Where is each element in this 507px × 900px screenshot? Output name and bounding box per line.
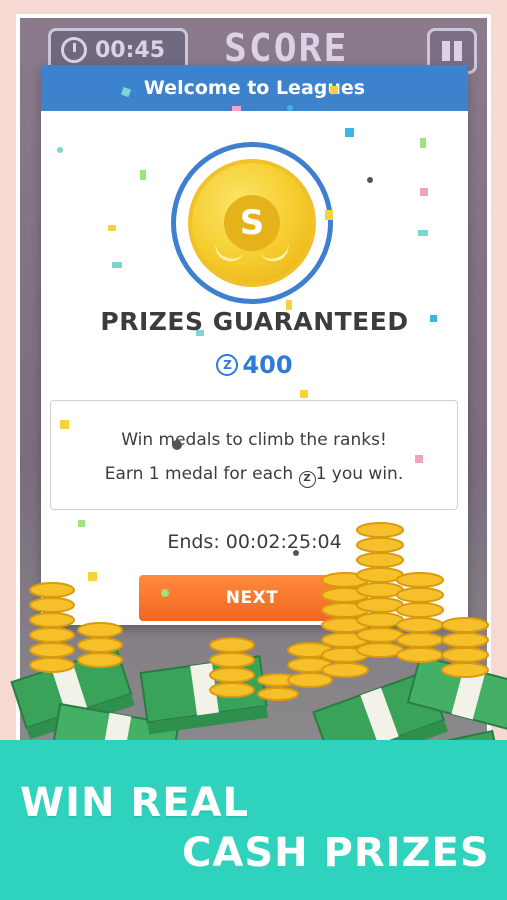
z-coin-icon: Z — [216, 354, 239, 376]
clock-icon — [61, 37, 87, 63]
promo-headline-1: WIN REAL — [20, 780, 249, 826]
ends-countdown: Ends: 00:02:25:04 — [167, 531, 342, 553]
info-line-2: Earn 1 medal for each Z1 you win. — [51, 457, 457, 491]
coin-badge: S — [171, 142, 333, 304]
score-label: SCORE — [224, 26, 349, 70]
dialog-title: Welcome to Leagues — [41, 65, 468, 111]
info-line-2-post: 1 you win. — [315, 464, 404, 484]
timer-value: 00:45 — [95, 37, 166, 63]
prize-amount: 400 — [242, 351, 293, 379]
promo-headline-2: CASH PRIZES — [182, 830, 490, 876]
next-button[interactable]: NEXT — [139, 575, 365, 621]
info-box: Win medals to climb the ranks! Earn 1 me… — [50, 400, 458, 510]
prizes-title: PRIZES GUARANTEED — [100, 307, 409, 336]
z-coin-small-icon: Z — [298, 470, 316, 488]
info-line-2-pre: Earn 1 medal for each — [104, 464, 294, 484]
gold-coin-icon: S — [188, 159, 316, 287]
info-line-1: Win medals to climb the ranks! — [121, 430, 387, 450]
prize-amount-row: Z 400 — [41, 351, 468, 379]
leagues-dialog: Welcome to Leagues S PRIZES GUARANTEED Z… — [41, 65, 468, 625]
